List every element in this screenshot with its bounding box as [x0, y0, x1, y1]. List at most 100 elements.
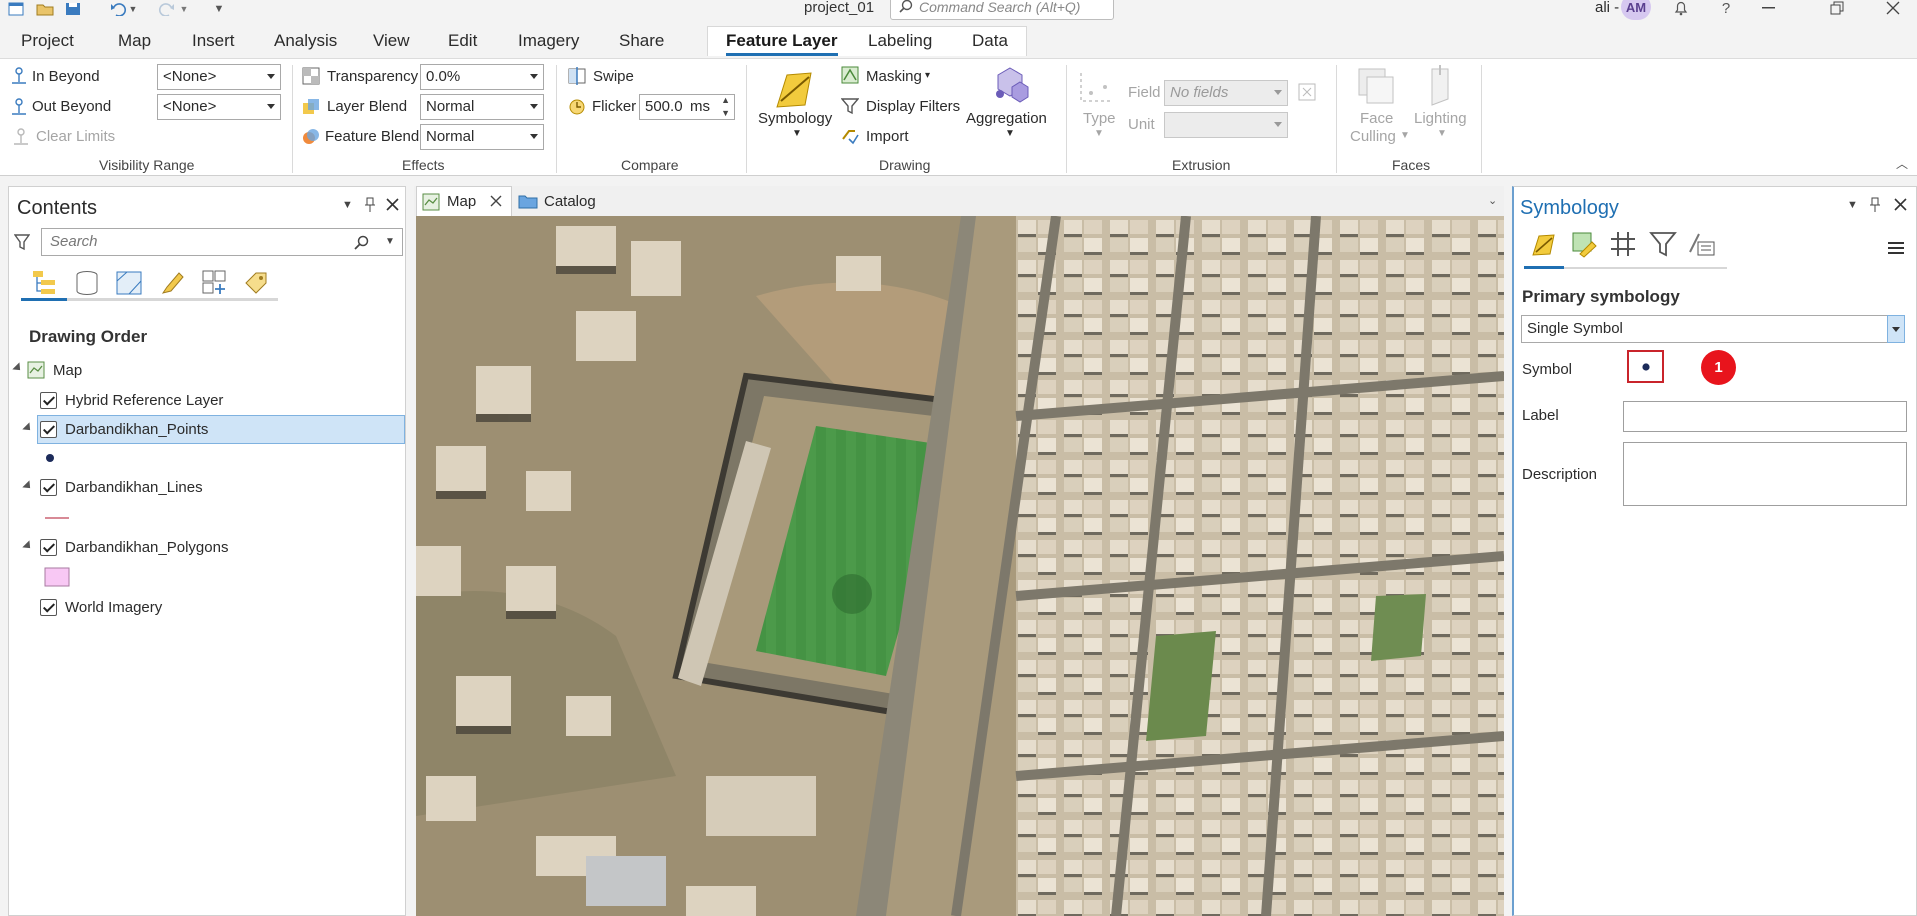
open-project-icon[interactable]	[35, 0, 55, 18]
view-tabs-overflow-icon[interactable]: ⌄	[1488, 194, 1497, 207]
save-icon[interactable]	[63, 0, 83, 18]
minimize-icon[interactable]	[1757, 0, 1781, 18]
world-imagery-basemap[interactable]	[416, 216, 1504, 916]
face-culling-dropdown-icon[interactable]: ▼	[1400, 130, 1410, 141]
tab-data[interactable]: Data	[972, 31, 1008, 51]
close-pane-icon[interactable]	[1894, 198, 1907, 211]
tab-share[interactable]: Share	[619, 31, 664, 51]
contents-search-input[interactable]: Search ▼	[41, 228, 403, 256]
extrusion-type-button[interactable]: Type	[1083, 110, 1116, 127]
tab-map[interactable]: Map	[118, 31, 151, 51]
tab-project[interactable]: Project	[21, 31, 74, 51]
face-culling-button-line2[interactable]: Culling	[1350, 128, 1396, 145]
masking-button[interactable]: Masking	[866, 68, 922, 85]
tab-imagery[interactable]: Imagery	[518, 31, 579, 51]
layer-visibility-checkbox[interactable]	[40, 538, 57, 556]
search-options-dropdown-icon[interactable]: ▼	[385, 229, 395, 255]
hamburger-menu-icon[interactable]	[1887, 241, 1905, 255]
extrusion-unit-combo[interactable]	[1164, 112, 1288, 138]
avatar[interactable]: AM	[1621, 0, 1651, 20]
aggregation-dropdown-icon[interactable]: ▼	[1005, 128, 1015, 139]
tab-insert[interactable]: Insert	[192, 31, 235, 51]
swipe-icon[interactable]	[568, 67, 586, 85]
notifications-bell-icon[interactable]	[1669, 0, 1693, 18]
masking-dropdown-icon[interactable]: ▾	[925, 70, 930, 81]
symbol-layer-drawing-tab-icon[interactable]	[1609, 230, 1637, 258]
new-project-icon[interactable]	[6, 0, 26, 18]
map-view[interactable]	[416, 216, 1504, 916]
map-node[interactable]: Map	[27, 357, 82, 383]
pin-icon[interactable]	[364, 197, 376, 213]
layer-row-hybrid-reference[interactable]: Hybrid Reference Layer	[40, 387, 223, 413]
symbology-filter-tab-icon[interactable]	[1649, 230, 1677, 258]
extrusion-type-dropdown-icon[interactable]: ▼	[1094, 128, 1104, 139]
symbology-dropdown-icon[interactable]: ▼	[792, 128, 802, 139]
point-symbol-swatch[interactable]	[45, 453, 55, 463]
aggregation-button[interactable]: Aggregation	[966, 110, 1047, 127]
lighting-button[interactable]: Lighting	[1414, 110, 1467, 127]
clear-limits-button[interactable]: Clear Limits	[36, 128, 115, 145]
collapse-ribbon-icon[interactable]: ︿	[1896, 155, 1908, 172]
list-by-drawing-order-icon[interactable]	[31, 269, 59, 297]
pane-options-icon[interactable]: ▼	[1847, 199, 1858, 211]
in-beyond-combo[interactable]: <None>	[157, 64, 281, 90]
display-filters-button[interactable]: Display Filters	[866, 98, 960, 115]
search-icon[interactable]	[354, 235, 369, 250]
expand-polygons-icon[interactable]	[22, 540, 34, 552]
transparency-combo[interactable]: 0.0%	[420, 64, 544, 90]
tab-labeling[interactable]: Labeling	[868, 31, 932, 51]
layer-row-world-imagery[interactable]: World Imagery	[40, 594, 162, 620]
line-symbol-swatch[interactable]	[45, 516, 69, 520]
tab-catalog-label[interactable]: Catalog	[544, 193, 596, 210]
layer-visibility-checkbox[interactable]	[40, 391, 57, 409]
tab-map-label[interactable]: Map	[447, 193, 476, 210]
close-pane-icon[interactable]	[386, 198, 399, 211]
symbol-swatch-button[interactable]	[1627, 350, 1664, 383]
layer-visibility-checkbox[interactable]	[40, 598, 57, 616]
primary-symbology-tab-icon[interactable]	[1530, 230, 1558, 258]
help-icon[interactable]: ?	[1714, 0, 1738, 18]
expand-lines-icon[interactable]	[22, 480, 34, 492]
tab-analysis[interactable]: Analysis	[274, 31, 337, 51]
description-input[interactable]	[1623, 442, 1907, 506]
primary-symbology-combo[interactable]: Single Symbol	[1521, 315, 1905, 343]
undo-icon[interactable]	[109, 0, 129, 18]
close-map-tab-icon[interactable]	[490, 195, 502, 207]
pane-options-icon[interactable]: ▼	[342, 199, 353, 211]
list-by-snapping-icon[interactable]	[201, 269, 229, 297]
layer-row-darbandikhan-lines[interactable]: Darbandikhan_Lines	[40, 474, 203, 500]
label-input[interactable]	[1623, 401, 1907, 432]
filter-icon[interactable]	[14, 233, 30, 251]
symbology-icon[interactable]	[773, 67, 817, 111]
symbology-button[interactable]: Symbology	[758, 110, 832, 127]
expand-map-icon[interactable]	[12, 362, 24, 374]
aggregation-icon[interactable]	[988, 64, 1032, 108]
layer-row-darbandikhan-polygons[interactable]: Darbandikhan_Polygons	[40, 534, 228, 560]
list-by-data-source-icon[interactable]	[73, 269, 101, 297]
out-beyond-combo[interactable]: <None>	[157, 94, 281, 120]
face-culling-button[interactable]: Face	[1360, 110, 1393, 127]
list-by-editing-icon[interactable]	[159, 269, 187, 297]
layer-blend-combo[interactable]: Normal	[420, 94, 544, 120]
import-button[interactable]: Import	[866, 128, 909, 145]
redo-icon[interactable]	[156, 0, 176, 18]
expression-icon[interactable]	[1298, 83, 1316, 101]
command-search-input[interactable]: Command Search (Alt+Q)	[890, 0, 1114, 20]
expand-points-icon[interactable]	[22, 422, 34, 434]
tab-view[interactable]: View	[373, 31, 410, 51]
pin-icon[interactable]	[1869, 197, 1881, 213]
advanced-symbology-tab-icon[interactable]	[1687, 230, 1717, 258]
layer-visibility-checkbox[interactable]	[40, 420, 57, 438]
flicker-spinner-icon[interactable]: ▲ ▼	[721, 94, 730, 120]
undo-dropdown-icon[interactable]: ▼	[127, 0, 139, 18]
flicker-interval-input[interactable]: 500.0 ms ▲ ▼	[639, 94, 735, 120]
lighting-icon[interactable]	[1418, 65, 1460, 107]
polygon-symbol-swatch[interactable]	[44, 567, 70, 587]
customize-toolbar-icon[interactable]: ▼	[209, 0, 229, 18]
layer-visibility-checkbox[interactable]	[40, 478, 57, 496]
redo-dropdown-icon[interactable]: ▼	[178, 0, 190, 18]
close-window-icon[interactable]	[1881, 0, 1905, 18]
list-by-selection-icon[interactable]	[115, 269, 143, 297]
swipe-button[interactable]: Swipe	[593, 68, 634, 85]
restore-icon[interactable]	[1825, 0, 1849, 18]
